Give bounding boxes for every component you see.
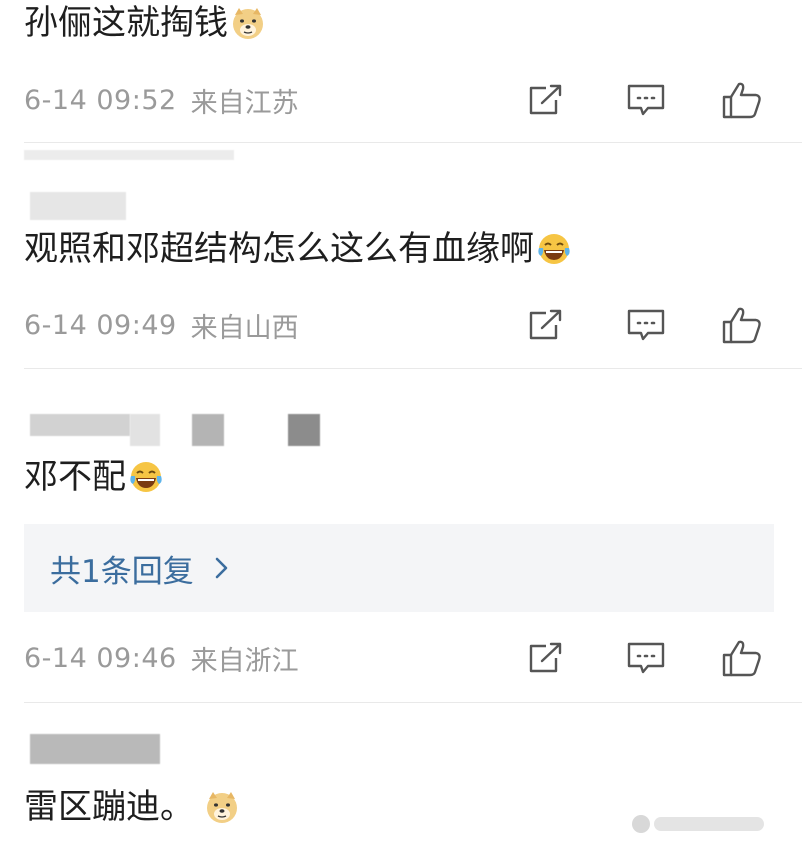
share-button[interactable] (524, 80, 568, 120)
comment-meta: 6-14 09:52 来自江苏 (24, 80, 772, 120)
comment-time: 6-14 09:49 (24, 309, 177, 341)
chevron-right-icon (215, 557, 228, 579)
username-blurred (192, 414, 224, 446)
comment-body: 孙俪这就掏钱 (24, 3, 228, 43)
comment-location: 来自江苏 (190, 87, 299, 119)
comment-body: 观照和邓超结构怎么这么有血缘啊 (24, 229, 534, 269)
comment-text: 孙俪这就掏钱 (24, 2, 266, 44)
comment-meta: 6-14 09:46 来自浙江 (24, 638, 772, 678)
reply-count-label: 共1条回复 (50, 553, 194, 590)
comment-time: 6-14 09:52 (24, 84, 177, 116)
like-button[interactable] (720, 638, 764, 678)
thumbs-up-icon (722, 82, 761, 119)
like-button[interactable] (720, 80, 764, 120)
comment-text: 观照和邓超结构怎么这么有血缘啊 (24, 228, 572, 270)
comment-button[interactable] (624, 80, 668, 120)
comment-location: 来自浙江 (190, 645, 299, 677)
comment-divider (24, 368, 802, 369)
thumbs-up-icon (722, 307, 761, 344)
comment-text: 邓不配 (24, 456, 164, 498)
comment-location: 来自山西 (190, 312, 299, 344)
doge-emoji-icon (207, 792, 237, 823)
comment-body: 邓不配 (24, 457, 126, 497)
username-blurred (30, 192, 126, 220)
username-blurred (288, 414, 320, 446)
laugh-cry-emoji-icon (130, 462, 162, 492)
comment-body: 雷区蹦迪。 (24, 787, 194, 827)
laugh-cry-emoji-icon (538, 234, 570, 264)
thumbs-up-icon (722, 640, 761, 677)
share-button[interactable] (524, 638, 568, 678)
watermark-logo-icon (632, 815, 650, 833)
comment-divider (24, 702, 802, 703)
watermark-text-blurred (654, 817, 764, 831)
share-button[interactable] (524, 305, 568, 345)
username-blurred (30, 734, 160, 764)
comment-divider (24, 142, 802, 143)
comment-text: 雷区蹦迪。 (24, 786, 240, 828)
comment-icon (627, 84, 665, 116)
like-button[interactable] (720, 305, 764, 345)
username-blurred (24, 150, 234, 160)
comment-button[interactable] (624, 305, 668, 345)
username-blurred (30, 414, 130, 436)
comment-button[interactable] (624, 638, 668, 678)
comment-icon (627, 309, 665, 341)
comment-time: 6-14 09:46 (24, 642, 177, 674)
watermark (632, 812, 792, 836)
view-replies-button[interactable]: 共1条回复 (24, 524, 774, 612)
share-icon (529, 309, 562, 340)
username-blurred (130, 414, 160, 446)
doge-emoji-icon (233, 8, 263, 39)
comment-meta: 6-14 09:49 来自山西 (24, 305, 772, 345)
comment-icon (627, 642, 665, 674)
share-icon (529, 642, 562, 673)
share-icon (529, 84, 562, 115)
